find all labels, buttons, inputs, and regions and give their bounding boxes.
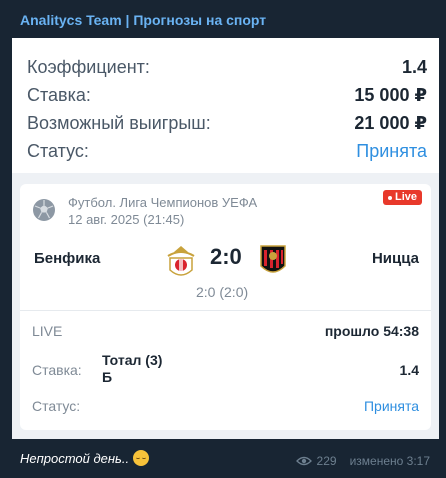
match-card: Футбол. Лига Чемпионов УЕФА 12 авг. 2025… [20, 184, 431, 430]
summary-label: Ставка: [27, 84, 91, 105]
message-caption: Непростой день.. [20, 450, 150, 466]
summary-row-payout: Возможный выигрыш: 21 000 ₽ [27, 111, 427, 135]
view-count: 229 [316, 454, 337, 468]
elapsed-time: прошло 54:38 [324, 323, 419, 339]
bet-summary: Коэффициент: 1.4 Ставка: 15 000 ₽ Возмож… [12, 38, 439, 173]
league-name: Футбол. Лига Чемпионов УЕФА [68, 195, 258, 210]
eye-icon [295, 456, 312, 466]
live-label: LIVE [32, 323, 63, 339]
bet-label: Ставка: [32, 362, 82, 378]
nice-crest-icon [260, 245, 286, 273]
summary-value: 21 000 ₽ [354, 112, 427, 133]
match-score: 2:0 [210, 244, 242, 269]
match-datetime: 12 авг. 2025 (21:45) [68, 212, 185, 227]
bet-screenshot[interactable]: Коэффициент: 1.4 Ставка: 15 000 ₽ Возмож… [12, 38, 439, 439]
summary-label: Коэффициент: [27, 56, 150, 77]
summary-value: 15 000 ₽ [354, 84, 427, 105]
match-info: Футбол. Лига Чемпионов УЕФА 12 авг. 2025… [68, 194, 257, 228]
status-value: Принята [363, 398, 419, 414]
summary-row-stake: Ставка: 15 000 ₽ [27, 83, 427, 107]
bet-odds: 1.4 [399, 362, 419, 378]
live-badge: Live [382, 190, 422, 205]
soccer-ball-icon [33, 199, 55, 221]
summary-label: Возможный выигрыш: [27, 112, 211, 133]
summary-value: 1.4 [401, 56, 427, 77]
live-badge-label: Live [394, 191, 417, 203]
live-dot-icon [387, 195, 392, 200]
status-value: Принята [356, 140, 427, 161]
benfica-crest-icon [167, 246, 195, 276]
away-team: Ницца [371, 250, 419, 267]
message-bubble: Analitycs Team | Прогнозы на спорт Коэфф… [0, 0, 446, 478]
status-label: Статус: [32, 398, 81, 414]
edited-label: изменено 3:17 [349, 454, 430, 468]
summary-row-odds: Коэффициент: 1.4 [27, 55, 427, 79]
channel-name[interactable]: Analitycs Team | Прогнозы на спорт [20, 12, 266, 28]
home-team: Бенфика [34, 250, 101, 267]
weary-face-icon [133, 450, 150, 466]
half-time-score: 2:0 (2:0) [196, 284, 249, 300]
summary-row-status: Статус: Принята [27, 139, 427, 163]
message-meta: 229 изменено 3:17 [295, 454, 430, 468]
bet-market: Тотал (3) Б [102, 352, 163, 385]
divider [20, 310, 431, 311]
summary-label: Статус: [27, 140, 89, 161]
caption-text: Непростой день.. [20, 450, 130, 466]
